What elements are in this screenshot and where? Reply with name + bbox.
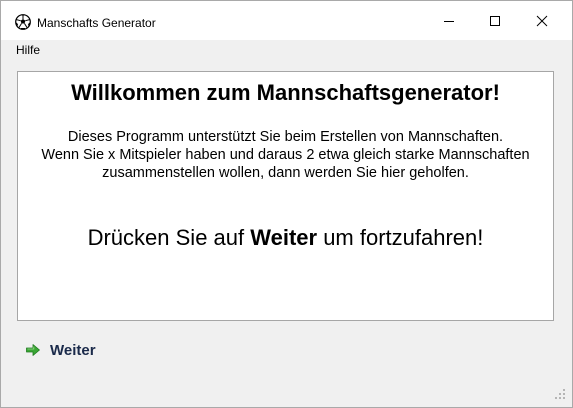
description-text: Dieses Programm unterstützt Sie beim Ers… — [18, 128, 553, 182]
minimize-icon — [444, 21, 454, 22]
maximize-icon — [490, 16, 500, 26]
welcome-panel: Willkommen zum Mannschaftsgenerator! Die… — [17, 71, 554, 321]
prompt-text-bold: Weiter — [250, 225, 318, 250]
welcome-heading: Willkommen zum Mannschaftsgenerator! — [71, 80, 500, 105]
window-title: Manschafts Generator — [37, 16, 156, 30]
description-line: Wenn Sie x Mitspieler haben und daraus 2… — [41, 147, 530, 163]
prompt-text-before: Drücken Sie auf — [87, 225, 251, 250]
close-icon — [536, 15, 548, 27]
description-line: Dieses Programm unterstützt Sie beim Ers… — [67, 129, 504, 145]
resize-grip-icon[interactable] — [553, 387, 567, 401]
menu-bar: Hilfe — [1, 40, 572, 60]
close-button[interactable] — [519, 1, 565, 40]
arrow-right-icon — [26, 344, 40, 356]
app-window: Manschafts Generator Hilfe Willkommen zu… — [0, 0, 573, 408]
maximize-button[interactable] — [472, 1, 518, 40]
next-button[interactable]: Weiter — [21, 337, 121, 363]
soccer-ball-icon — [15, 14, 31, 30]
menu-item-hilfe[interactable]: Hilfe — [16, 43, 40, 57]
title-bar[interactable]: Manschafts Generator — [1, 1, 572, 40]
description-line: zusammenstellen wollen, dann werden Sie … — [102, 165, 469, 181]
minimize-button[interactable] — [426, 1, 472, 40]
continue-prompt: Drücken Sie auf Weiter um fortzufahren! — [18, 225, 553, 251]
prompt-text-after: um fortzufahren! — [317, 225, 484, 250]
next-button-label: Weiter — [50, 342, 96, 359]
